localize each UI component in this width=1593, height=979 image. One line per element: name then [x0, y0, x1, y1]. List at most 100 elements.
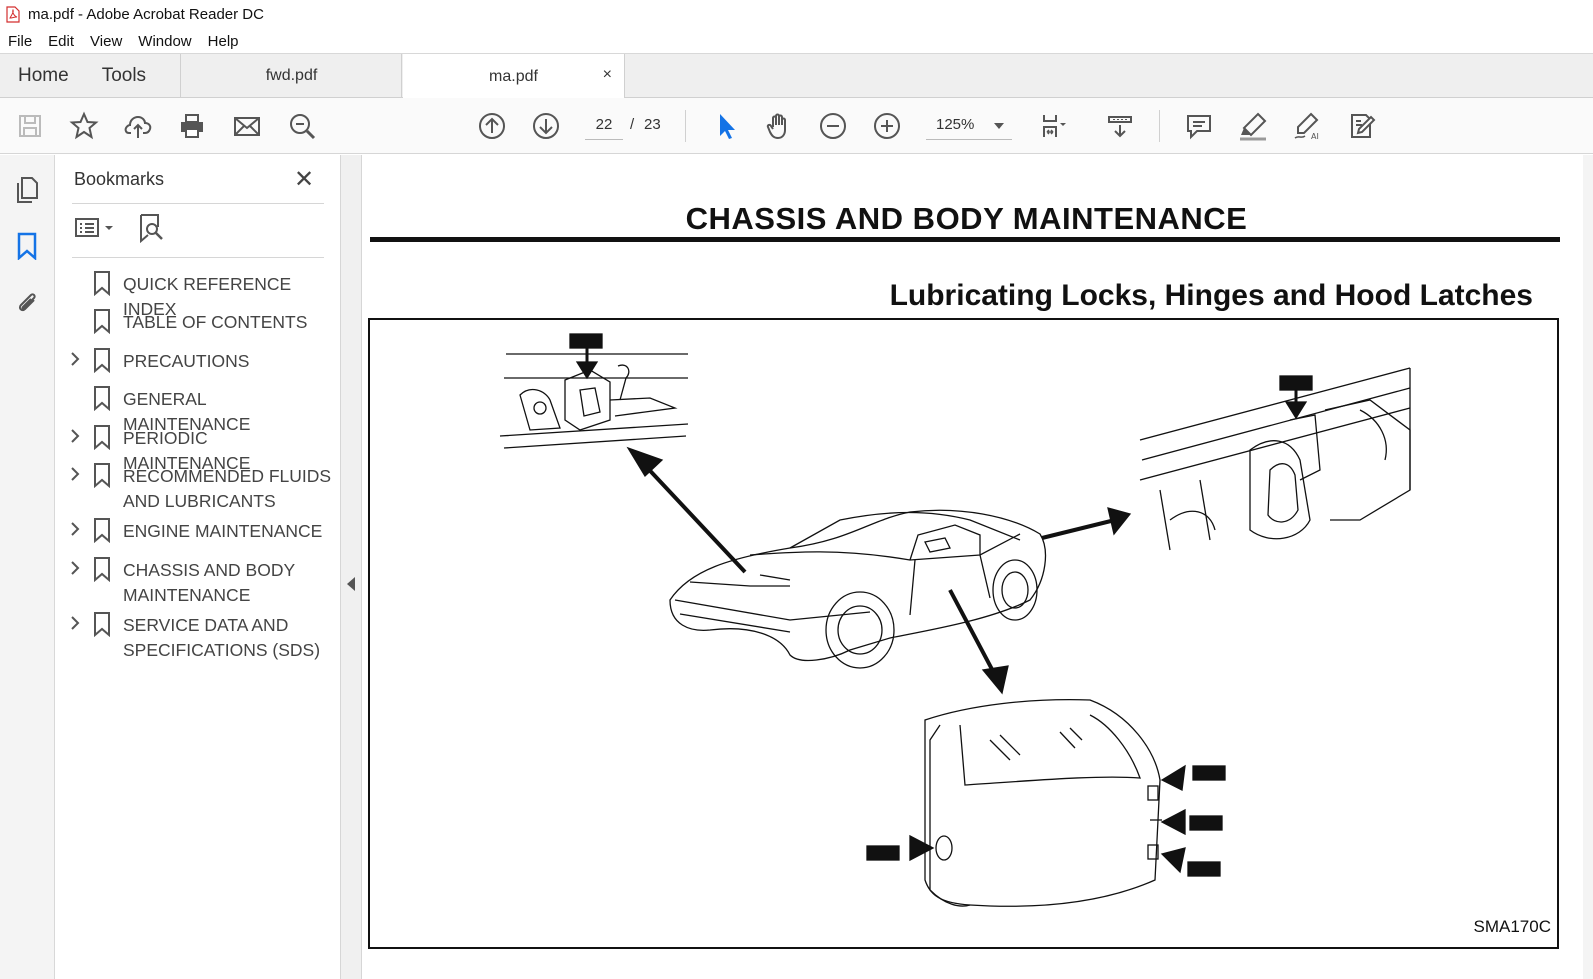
menu-file[interactable]: File: [0, 33, 40, 50]
close-panel-icon[interactable]: ✕: [294, 165, 314, 194]
bookmarks-panel-button[interactable]: [10, 229, 44, 263]
arrow-up-circle-icon: [479, 113, 505, 139]
fill-sign-pen-icon: AI: [1294, 112, 1319, 141]
menu-bar: File Edit View Window Help: [0, 29, 1593, 53]
select-tool-button[interactable]: [707, 108, 743, 144]
scroll-page-icon: [1108, 116, 1132, 138]
vertical-scrollbar[interactable]: [1583, 155, 1593, 979]
bookmark-label: CHASSIS AND BODY MAINTENANCE: [123, 560, 295, 605]
hood-latch-detail: [499, 353, 689, 449]
pages-icon: [17, 177, 38, 203]
toolbar-divider: [685, 110, 686, 142]
tab-fwd-pdf[interactable]: fwd.pdf: [182, 54, 402, 98]
svg-text:AI: AI: [1311, 132, 1319, 141]
fit-page-icon: [1043, 115, 1066, 137]
hand-tool-button[interactable]: [761, 108, 797, 144]
page-separator: /: [630, 116, 635, 133]
minus-circle-icon: [820, 113, 846, 139]
fill-sign-button[interactable]: AI: [1289, 108, 1325, 144]
chevron-right-icon[interactable]: [70, 428, 80, 444]
door-detail: [924, 699, 1162, 907]
bookmark-ribbon-icon: [17, 232, 37, 260]
page-subtitle: Lubricating Locks, Hinges and Hood Latch…: [889, 279, 1533, 312]
home-tools-tabs: Home Tools: [0, 54, 181, 98]
left-navigation-rail: [0, 155, 55, 979]
chevron-right-icon[interactable]: [70, 560, 80, 576]
zoom-out-button[interactable]: [815, 108, 851, 144]
comment-button[interactable]: [1181, 108, 1217, 144]
page-thumbnails-button[interactable]: [10, 173, 44, 207]
toolbar-divider: [1159, 110, 1160, 142]
next-page-button[interactable]: [528, 108, 564, 144]
plus-circle-icon: [874, 113, 900, 139]
car-lubrication-illustration: [499, 333, 1411, 907]
bookmarks-panel: Bookmarks ✕ QUICK REFERENCE INDEX TABLE …: [56, 155, 340, 979]
bookmark-options-menu[interactable]: [74, 215, 118, 246]
hand-icon: [766, 113, 786, 140]
tab-home[interactable]: Home: [18, 65, 69, 87]
page-fit-button[interactable]: [1033, 108, 1069, 144]
highlight-button[interactable]: [1235, 108, 1271, 144]
comment-icon: [1187, 115, 1211, 140]
divider: [72, 257, 324, 258]
document-view[interactable]: CHASSIS AND BODY MAINTENANCE Lubricating…: [362, 155, 1593, 979]
figure-id: SMA170C: [1473, 917, 1551, 936]
title-bar: ma.pdf - Adobe Acrobat Reader DC: [0, 0, 1593, 29]
share-edit-button[interactable]: [1343, 108, 1379, 144]
cloud-upload-icon: [124, 115, 152, 138]
bookmark-icon: [94, 557, 110, 582]
pdf-file-icon: [6, 6, 20, 23]
scroll-mode-button[interactable]: [1102, 108, 1138, 144]
menu-help[interactable]: Help: [200, 33, 247, 50]
page-total: 23: [644, 116, 661, 133]
bookmark-icon: [94, 463, 110, 488]
bookmark-icon: [94, 271, 110, 296]
chevron-right-icon[interactable]: [70, 615, 80, 631]
window-title: ma.pdf - Adobe Acrobat Reader DC: [28, 6, 264, 23]
panel-splitter[interactable]: [340, 155, 362, 979]
bookmarks-header: Bookmarks: [74, 169, 165, 189]
save-button[interactable]: [12, 108, 48, 144]
bookmark-label: ENGINE MAINTENANCE: [123, 521, 323, 541]
menu-edit[interactable]: Edit: [40, 33, 82, 50]
zoom-level-select[interactable]: 125%: [926, 112, 1012, 140]
chevron-right-icon[interactable]: [70, 466, 80, 482]
print-button[interactable]: [174, 108, 210, 144]
attachments-button[interactable]: [10, 285, 44, 319]
email-button[interactable]: [229, 108, 265, 144]
paperclip-icon: [18, 293, 36, 312]
close-tab-icon[interactable]: ×: [603, 66, 612, 84]
tab-bar: Home Tools fwd.pdf ma.pdf ×: [0, 53, 1593, 99]
car-outline: [669, 509, 1047, 669]
divider: [72, 203, 324, 204]
bookmark-label: PRECAUTIONS: [123, 351, 250, 371]
bookmark-search-icon: [140, 214, 163, 244]
tab-label: ma.pdf: [489, 67, 538, 85]
page-number-input[interactable]: 22: [585, 112, 623, 140]
main-toolbar: 22 / 23 125% AI: [0, 98, 1593, 154]
bookmark-icon: [94, 309, 110, 334]
chevron-right-icon[interactable]: [70, 521, 80, 537]
bookmark-label: TABLE OF CONTENTS: [123, 312, 308, 332]
tab-ma-pdf[interactable]: ma.pdf ×: [403, 54, 625, 99]
edit-export-icon: [1351, 114, 1376, 138]
previous-page-button[interactable]: [474, 108, 510, 144]
title-rule: [370, 237, 1560, 242]
door-striker-detail: [1139, 367, 1411, 551]
lubrication-diagram: SMA170C: [368, 318, 1559, 949]
bookmark-icon: [94, 425, 110, 450]
list-options-icon: [75, 218, 113, 237]
bookmark-label: RECOMMENDED FLUIDS AND LUBRICANTS: [123, 466, 332, 511]
chevron-right-icon[interactable]: [70, 351, 80, 367]
menu-view[interactable]: View: [82, 33, 130, 50]
cursor-arrow-icon: [720, 114, 735, 139]
tab-tools[interactable]: Tools: [102, 65, 146, 87]
menu-window[interactable]: Window: [130, 33, 199, 50]
zoom-in-button[interactable]: [869, 108, 905, 144]
upload-cloud-button[interactable]: [120, 108, 156, 144]
page-title: CHASSIS AND BODY MAINTENANCE: [685, 201, 1248, 236]
bookmark-star-button[interactable]: [66, 108, 102, 144]
add-bookmark-button[interactable]: [138, 213, 166, 248]
find-button[interactable]: [284, 108, 320, 144]
collapse-panel-icon[interactable]: [347, 577, 355, 591]
